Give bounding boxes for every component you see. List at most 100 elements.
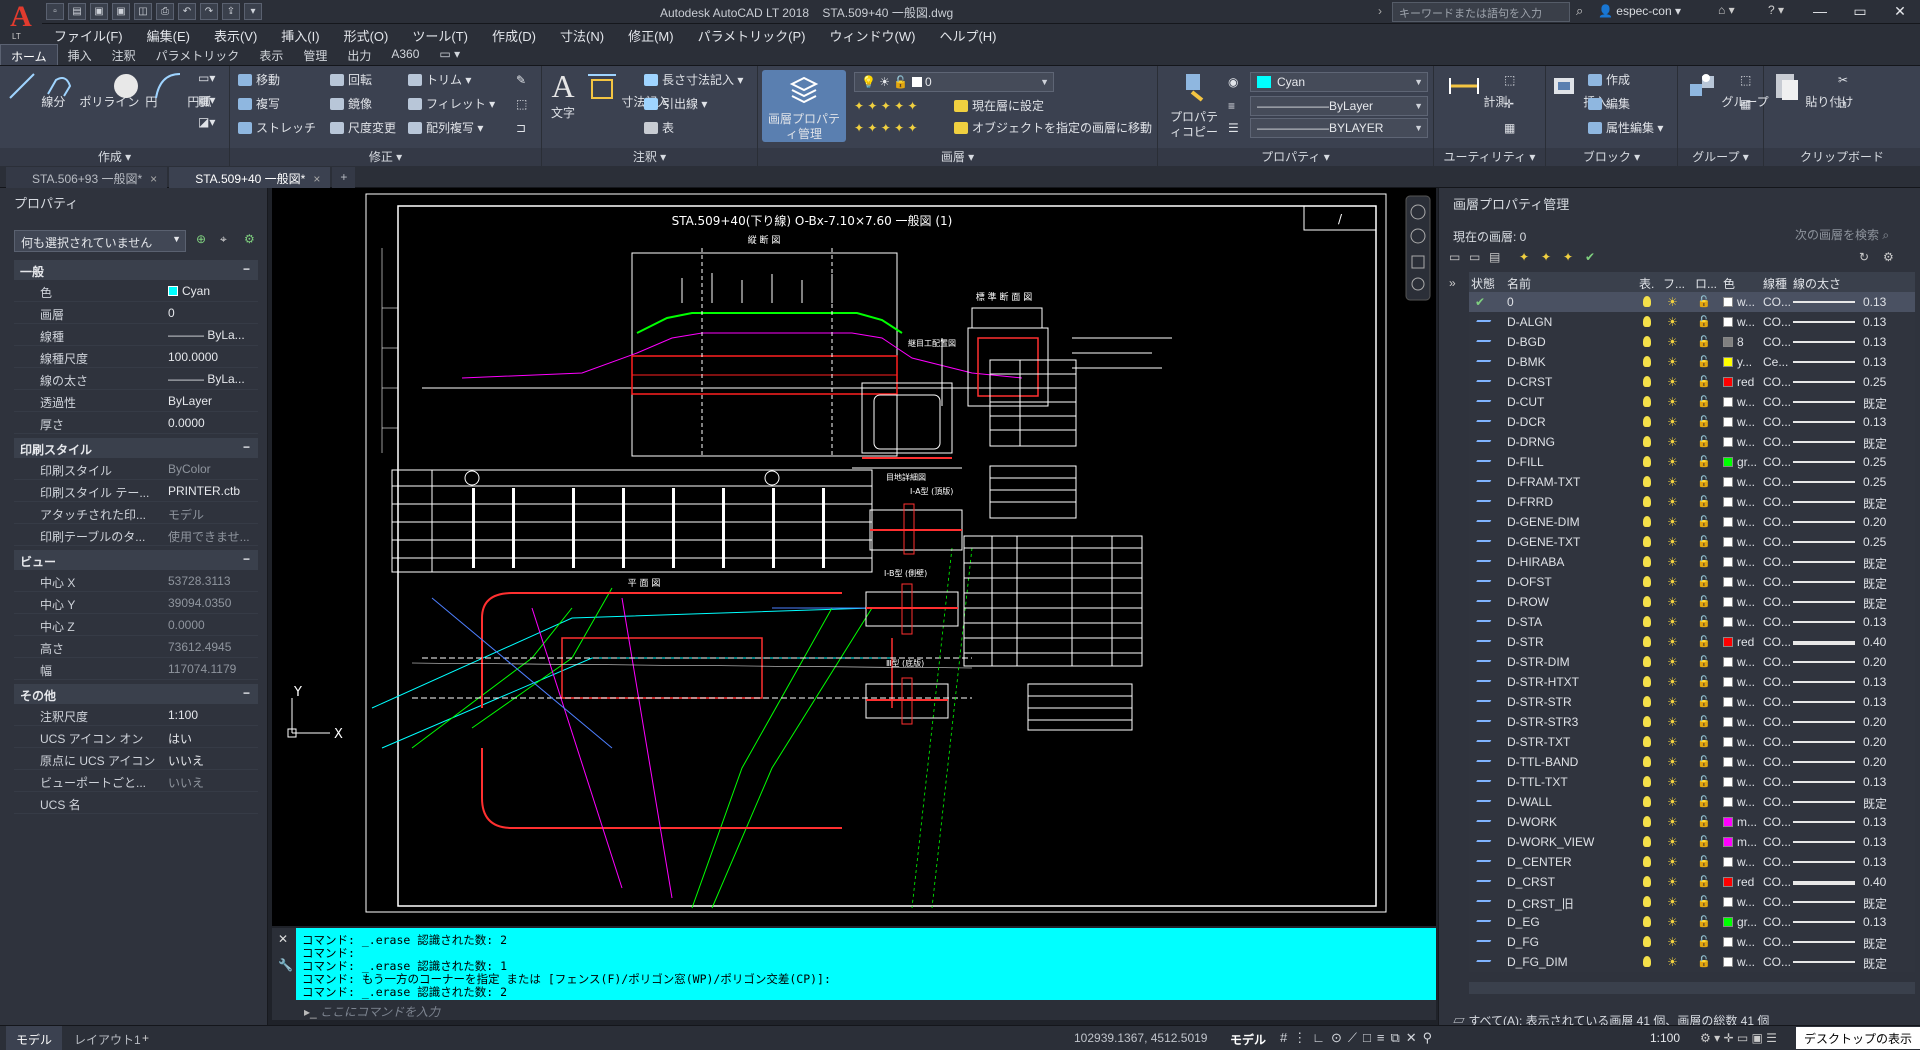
freeze-sun-icon[interactable]: ☀ [1667,895,1678,909]
layer-tools-row1[interactable]: ✦ ✦ ✦ ✦ ✦ [854,96,918,116]
prop-row[interactable]: 色 Cyan [14,280,258,302]
on-off-bulb-icon[interactable] [1643,576,1651,587]
layer-name[interactable]: D-HIRABA [1507,555,1564,569]
lock-icon[interactable]: 🔓 [1697,655,1711,668]
tab-view[interactable]: 表示 [249,44,293,65]
new-tab-button[interactable]: + [332,167,356,188]
on-off-bulb-icon[interactable] [1643,696,1651,707]
layer-name[interactable]: D-OFST [1507,575,1552,589]
lock-icon[interactable]: 🔓 [1697,315,1711,328]
match-layer-button[interactable]: オブジェクトを指定の画層に移動 [954,118,1152,138]
color-swatch[interactable] [1723,417,1733,427]
layer-lineweight[interactable]: 0.13 [1863,915,1886,929]
layer-color[interactable]: w... [1737,555,1761,569]
layer-lineweight[interactable]: 0.25 [1863,455,1886,469]
freeze-sun-icon[interactable]: ☀ [1667,355,1678,369]
on-off-bulb-icon[interactable] [1643,476,1651,487]
layer-lineweight[interactable]: 0.13 [1863,855,1886,869]
menu-parametric[interactable]: パラメトリック(P) [686,24,818,44]
layer-name[interactable]: D-WALL [1507,795,1552,809]
maximize-button[interactable]: ▭ [1840,0,1880,22]
freeze-sun-icon[interactable]: ☀ [1667,295,1678,309]
layer-row[interactable]: D-STR-STR ☀ 🔓 w... CO... 0.13 [1469,692,1915,712]
col-freeze[interactable]: フ... [1663,275,1685,292]
create-block-button[interactable]: 作成 [1588,70,1630,90]
lock-icon[interactable]: 🔓 [1697,575,1711,588]
prop-row[interactable]: 原点に UCS アイコン いいえ [14,748,258,770]
menu-view[interactable]: 表示(V) [202,24,269,44]
section-view[interactable]: ビュー − [14,550,258,570]
layer-lineweight[interactable]: 既定 [1863,935,1887,952]
layer-color[interactable]: w... [1737,395,1761,409]
color-swatch[interactable] [1723,577,1733,587]
on-off-bulb-icon[interactable] [1643,316,1651,327]
layer-row[interactable]: D_FG_DIM ☀ 🔓 w... CO... 既定 [1469,952,1915,972]
lock-icon[interactable]: 🔓 [1697,895,1711,908]
lock-icon[interactable]: 🔓 [1697,475,1711,488]
menu-insert[interactable]: 挿入(I) [269,24,331,44]
on-off-bulb-icon[interactable] [1643,956,1651,967]
ribbon-options-icon[interactable]: ▭ ▾ [429,44,470,65]
paste-button[interactable]: 貼り付け [1770,70,1853,110]
on-off-bulb-icon[interactable] [1643,616,1651,627]
section-general[interactable]: 一般 − [14,260,258,280]
layer-row[interactable]: D-ROW ☀ 🔓 w... CO... 既定 [1469,592,1915,612]
layer-name[interactable]: D-BMK [1507,355,1546,369]
layer-row[interactable]: ✔ 0 ☀ 🔓 w... CO... 0.13 [1469,292,1915,312]
col-name[interactable]: 名前 [1507,275,1531,292]
linetype-icon[interactable]: ≡ [1228,96,1235,116]
layer-row[interactable]: D-WORK ☀ 🔓 m... CO... 0.13 [1469,812,1915,832]
color-swatch[interactable] [1723,297,1733,307]
lock-icon[interactable]: 🔓 [1697,855,1711,868]
exchange-icon[interactable]: ⌂ ▾ [1718,3,1735,17]
prop-row[interactable]: UCS 名 [14,792,258,814]
layer-lineweight[interactable]: 0.40 [1863,875,1886,889]
panel-properties-title[interactable]: プロパティ ▾ [1158,148,1433,166]
layer-lineweight[interactable]: 0.20 [1863,715,1886,729]
layer-lineweight[interactable]: 0.13 [1863,315,1886,329]
layer-lineweight[interactable]: 既定 [1863,435,1887,452]
auto-scale-icon[interactable]: ⚲ [1423,1030,1433,1046]
prop-row[interactable]: 透過性 ByLayer [14,390,258,412]
freeze-sun-icon[interactable]: ☀ [1667,575,1678,589]
prop-row[interactable]: 注釈尺度 1:100 [14,704,258,726]
layer-linetype[interactable]: CO... [1763,435,1791,449]
on-off-bulb-icon[interactable] [1643,416,1651,427]
freeze-sun-icon[interactable]: ☀ [1667,795,1678,809]
on-off-bulb-icon[interactable] [1643,636,1651,647]
layer-lineweight[interactable]: 既定 [1863,595,1887,612]
layer-linetype[interactable]: CO... [1763,315,1791,329]
on-off-bulb-icon[interactable] [1643,396,1651,407]
freeze-sun-icon[interactable]: ☀ [1667,455,1678,469]
edit-block-button[interactable]: 編集 [1588,94,1630,114]
offset-icon[interactable]: ⊐ [516,118,526,138]
tab-annotate[interactable]: 注釈 [102,44,146,65]
lock-icon[interactable]: 🔓 [1697,495,1711,508]
layer-color[interactable]: w... [1737,515,1761,529]
id-point-icon[interactable]: ✛ [1504,94,1514,114]
lock-icon[interactable]: 🔓 [1697,455,1711,468]
freeze-sun-icon[interactable]: ☀ [1667,715,1678,729]
lock-icon[interactable]: 🔓 [1697,415,1711,428]
lock-icon[interactable]: 🔓 [1697,675,1711,688]
layer-linetype[interactable]: CO... [1763,675,1791,689]
freeze-sun-icon[interactable]: ☀ [1667,755,1678,769]
expand-filter-icon[interactable]: » [1449,276,1456,290]
prop-row[interactable]: 線種尺度 100.0000 [14,346,258,368]
color-swatch[interactable] [1723,857,1733,867]
trim-button[interactable]: トリム ▾ [408,70,471,90]
show-desktop-button[interactable]: デスクトップの表示 [1795,1027,1920,1049]
linear-dim-button[interactable]: 長さ寸法記入 ▾ [644,70,743,90]
layer-name[interactable]: D-STR-STR [1507,695,1572,709]
layer-linetype[interactable]: Ce... [1763,355,1788,369]
prop-row[interactable]: 印刷スタイル ByColor [14,458,258,480]
panel-layers-title[interactable]: 画層 ▾ [758,148,1157,166]
color-swatch[interactable] [1723,497,1733,507]
layer-linetype[interactable]: CO... [1763,835,1791,849]
layer-row[interactable]: D-OFST ☀ 🔓 w... CO... 既定 [1469,572,1915,592]
ortho-icon[interactable]: ∟ [1312,1030,1325,1046]
layer-color[interactable]: w... [1737,715,1761,729]
group-filter-icon[interactable]: ▭ [1469,250,1480,264]
freeze-sun-icon[interactable]: ☀ [1667,835,1678,849]
quick-select-icon[interactable]: ⚙ [244,232,255,246]
